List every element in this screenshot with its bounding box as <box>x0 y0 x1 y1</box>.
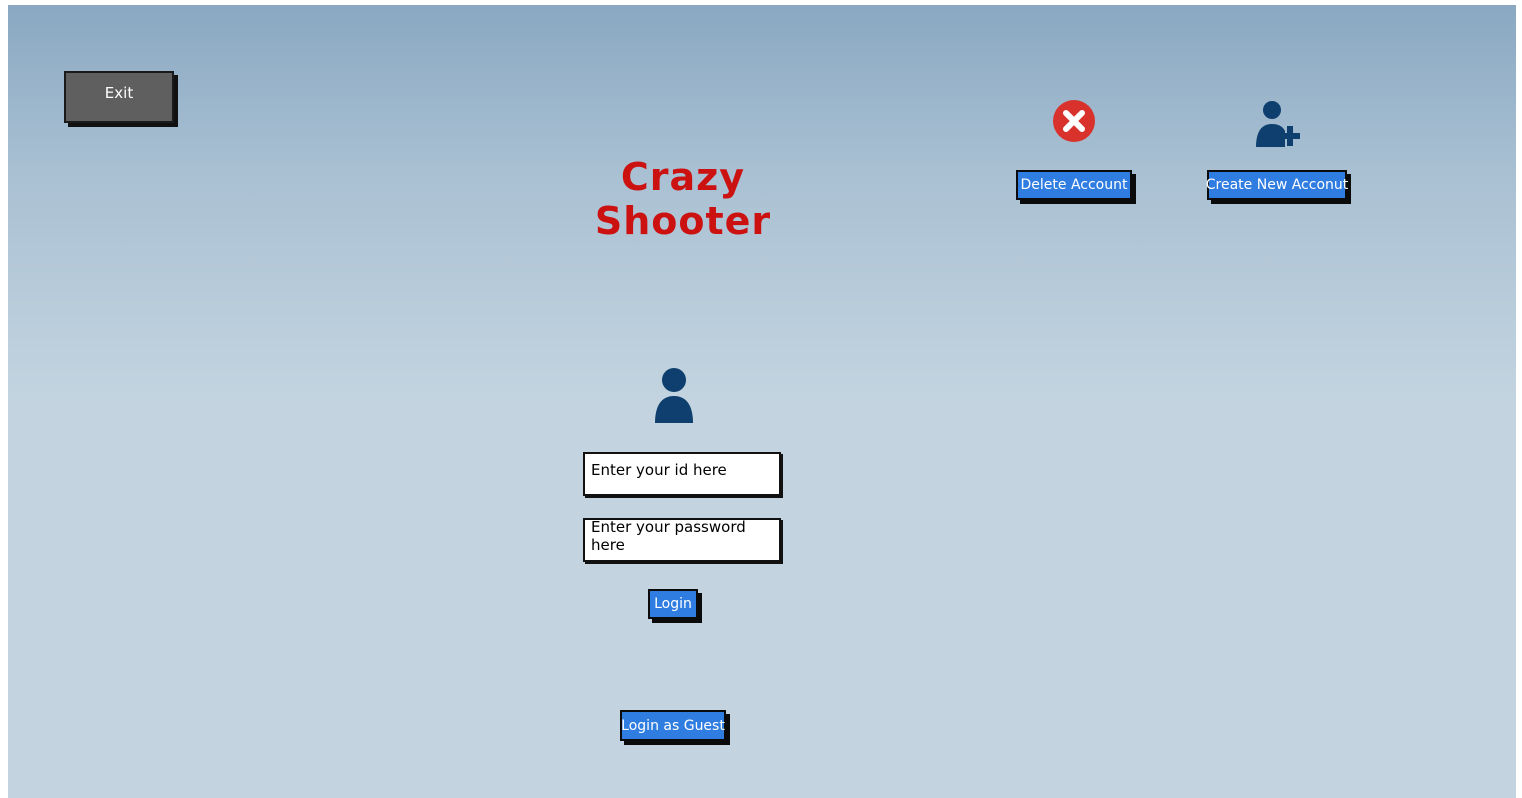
create-account-button[interactable]: Create New Acconut <box>1206 170 1348 200</box>
password-input[interactable]: Enter your password here <box>583 518 781 562</box>
login-as-guest-button[interactable]: Login as Guest <box>620 710 726 741</box>
exit-button[interactable]: Exit <box>64 71 174 123</box>
delete-x-circle-icon[interactable] <box>1052 99 1096 143</box>
delete-account-button[interactable]: Delete Account <box>1016 170 1132 200</box>
page-title: Crazy Shooter <box>594 155 772 243</box>
login-button[interactable]: Login <box>648 589 698 619</box>
login-screen: Exit Crazy Shooter Delete Account Create… <box>8 5 1516 798</box>
add-user-icon[interactable] <box>1252 99 1304 151</box>
id-input[interactable]: Enter your id here <box>583 452 781 496</box>
user-icon <box>655 368 693 423</box>
